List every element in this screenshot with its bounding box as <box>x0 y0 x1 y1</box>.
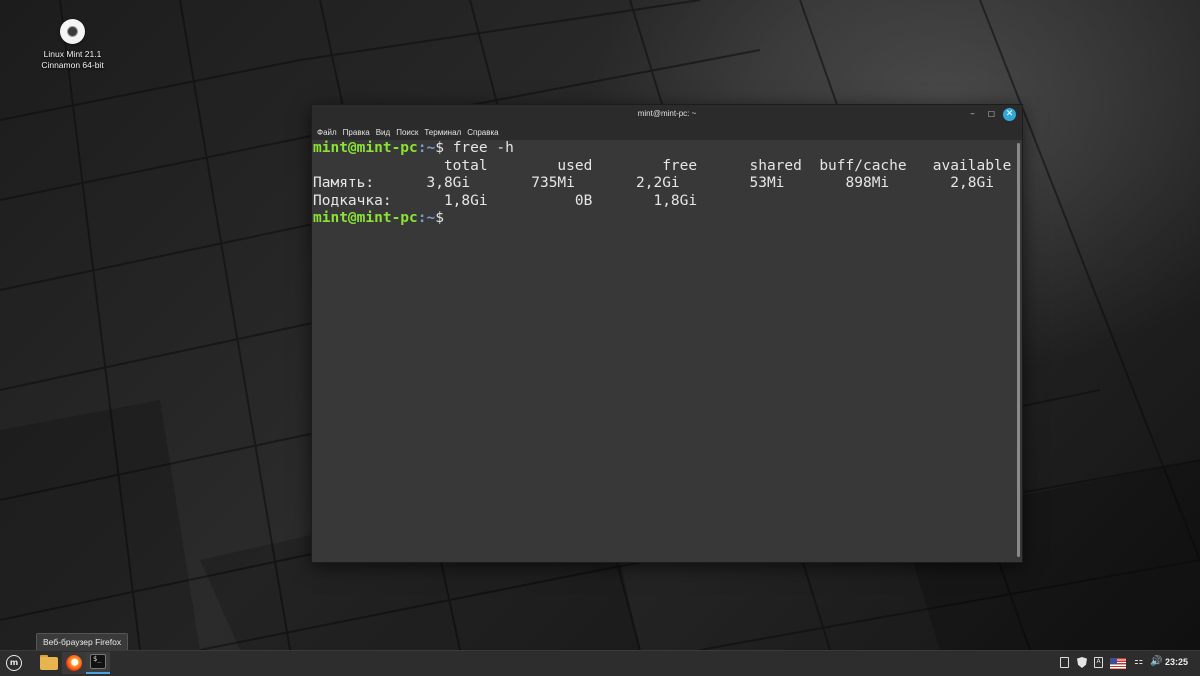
prompt-symbol-2: $ <box>435 210 444 226</box>
menu-search[interactable]: Поиск <box>396 124 422 140</box>
firefox-launcher[interactable] <box>62 652 86 674</box>
mint-logo-icon: m <box>6 655 22 671</box>
keyboard-layout-flag-icon[interactable] <box>1110 658 1126 669</box>
close-button[interactable]: ✕ <box>1003 108 1016 121</box>
prompt-symbol: $ <box>435 140 444 156</box>
free-mem-line: Память: 3,8Gi 735Mi 2,2Gi 53Mi 898Mi 2,8… <box>313 175 994 191</box>
firefox-icon <box>66 655 82 671</box>
clipboard-icon[interactable] <box>1060 657 1069 668</box>
maximize-button[interactable]: ☐ <box>985 108 998 121</box>
network-icon[interactable]: ⚏ <box>1134 656 1146 668</box>
terminal-output[interactable]: mint@mint-pc:~$ free -h total used free … <box>313 140 1014 562</box>
prompt-user-host-2: mint@mint-pc <box>313 210 418 226</box>
menu-terminal[interactable]: Терминал <box>424 124 465 140</box>
taskbar: m $_ A ⚏ 🔊 23:25 <box>0 650 1200 676</box>
prompt-user-host: mint@mint-pc <box>313 140 418 156</box>
command-text: free -h <box>443 140 514 156</box>
update-manager-icon[interactable]: A <box>1094 657 1103 668</box>
menu-edit[interactable]: Правка <box>343 124 374 140</box>
window-title: mint@mint-pc: ~ <box>637 109 697 118</box>
mint-menu-button[interactable]: m <box>2 652 26 674</box>
terminal-window[interactable]: mint@mint-pc: ~ – ☐ ✕ Файл Правка Вид По… <box>311 104 1023 563</box>
files-launcher[interactable] <box>37 652 61 674</box>
menu-view[interactable]: Вид <box>376 124 394 140</box>
window-titlebar[interactable]: mint@mint-pc: ~ – ☐ ✕ <box>312 105 1022 124</box>
desktop-icon-computer[interactable]: Linux Mint 21.1 Cinnamon 64-bit <box>30 18 115 71</box>
free-swap-line: Подкачка: 1,8Gi 0B 1,8Gi <box>313 192 698 209</box>
shield-icon[interactable] <box>1077 657 1089 669</box>
terminal-scrollbar[interactable] <box>1017 143 1020 557</box>
menu-bar: Файл Правка Вид Поиск Терминал Справка <box>312 124 1022 140</box>
clock[interactable]: 23:25 <box>1165 657 1188 667</box>
disc-icon <box>60 19 85 44</box>
folder-icon <box>40 657 58 670</box>
prompt-path: :~ <box>417 140 436 156</box>
terminal-icon: $_ <box>90 654 106 669</box>
minimize-button[interactable]: – <box>966 108 979 121</box>
desktop-icon-label-line1: Linux Mint 21.1 <box>43 49 102 59</box>
terminal-taskbar-button[interactable]: $_ <box>86 652 110 674</box>
prompt-path-2: :~ <box>417 210 436 226</box>
firefox-tooltip: Веб-браузер Firefox <box>36 633 129 651</box>
volume-icon[interactable]: 🔊 <box>1150 656 1162 668</box>
menu-help[interactable]: Справка <box>467 124 502 140</box>
menu-file[interactable]: Файл <box>317 124 341 140</box>
free-header-line: total used free shared buff/cache availa… <box>313 157 1012 174</box>
desktop-icon-label-line2: Cinnamon 64-bit <box>41 60 104 70</box>
